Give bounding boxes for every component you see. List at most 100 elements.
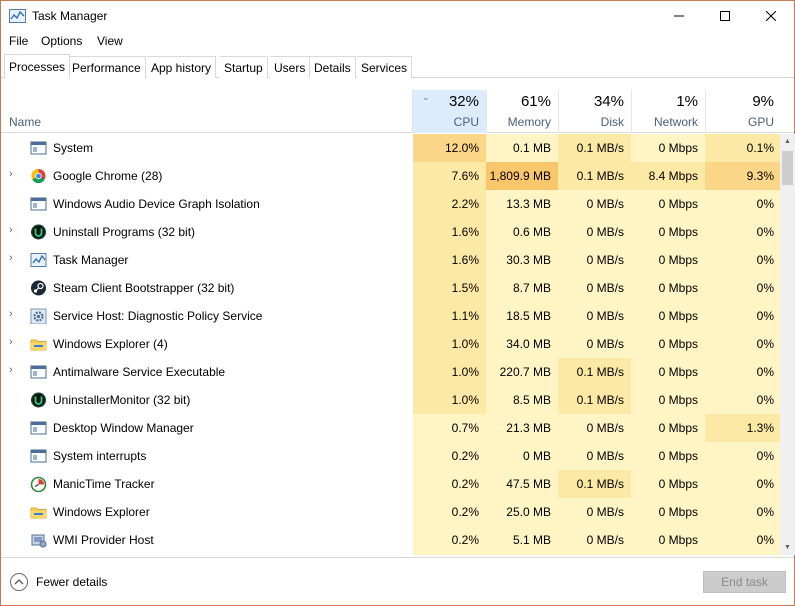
disk-value: 0 MB/s <box>558 218 631 246</box>
expand-chevron-icon[interactable]: › <box>9 308 13 320</box>
column-gpu[interactable]: 9% GPU <box>705 90 781 133</box>
memory-value: 0 MB <box>486 442 558 470</box>
cpu-value: 7.6% <box>413 162 486 190</box>
memory-value: 1,809.9 MB <box>486 162 558 190</box>
disk-value: 0 MB/s <box>558 330 631 358</box>
column-name[interactable]: Name <box>9 115 41 129</box>
gpu-value: 0% <box>705 470 781 498</box>
disk-total: 34% <box>593 93 624 110</box>
minimize-button[interactable] <box>656 1 702 31</box>
table-row[interactable]: › Uninstall Programs (32 bit) 1.6% 0.6 MB 0 … <box>1 218 781 246</box>
memory-value: 21.3 MB <box>486 414 558 442</box>
memory-value: 5.1 MB <box>486 526 558 554</box>
table-row[interactable]: Windows Explorer 0.2% 25.0 MB 0 MB/s 0 Mbps 0… <box>1 498 781 526</box>
disk-value: 0 MB/s <box>558 526 631 554</box>
cpu-value: 0.2% <box>413 442 486 470</box>
expand-chevron-icon[interactable]: › <box>9 364 13 376</box>
gpu-value: 9.3% <box>705 162 781 190</box>
tab-processes[interactable]: Processes <box>4 54 71 79</box>
cpu-value: 0.2% <box>413 470 486 498</box>
folder-icon <box>30 339 47 351</box>
process-name: Service Host: Diagnostic Policy Service <box>53 309 263 323</box>
network-value: 0 Mbps <box>631 134 705 162</box>
memory-value: 18.5 MB <box>486 302 558 330</box>
empty-cell <box>413 554 486 555</box>
process-name: System interrupts <box>53 449 147 463</box>
title-bar[interactable]: Task Manager <box>1 1 794 31</box>
scroll-down-icon[interactable]: ▼ <box>780 540 795 555</box>
disk-value: 0 MB/s <box>558 414 631 442</box>
end-task-button[interactable]: End task <box>703 571 786 593</box>
table-row[interactable]: ManicTime Tracker 0.2% 47.5 MB 0.1 MB/s 0 Mb… <box>1 470 781 498</box>
gpu-value: 0.1% <box>705 134 781 162</box>
expand-chevron-icon[interactable]: › <box>9 336 13 348</box>
column-memory[interactable]: 61% Memory <box>486 90 558 133</box>
table-row[interactable]: › Service Host: Diagnostic Policy Service… <box>1 302 781 330</box>
expand-chevron-icon[interactable]: › <box>9 168 13 180</box>
tab-startup[interactable]: Startup <box>220 56 268 78</box>
maximize-icon <box>720 11 730 21</box>
table-row[interactable]: › Task Manager 1.6% 30.3 MB 0 MB/s 0 Mbps 0% <box>1 246 781 274</box>
menu-view[interactable]: View <box>97 34 123 48</box>
scroll-up-icon[interactable]: ▲ <box>780 134 795 149</box>
fewer-details-icon[interactable] <box>10 573 28 591</box>
process-name: Windows Explorer <box>53 505 150 519</box>
tab-details[interactable]: Details <box>310 56 356 78</box>
scrollbar-thumb[interactable] <box>782 151 793 185</box>
table-row[interactable]: UninstallerMonitor (32 bit) 1.0% 8.5 MB 0.1… <box>1 386 781 414</box>
table-row[interactable]: Steam Client Bootstrapper (32 bit) 1.5% 8.… <box>1 274 781 302</box>
fewer-details-link[interactable]: Fewer details <box>36 575 107 589</box>
menu-file[interactable]: File <box>9 34 28 48</box>
disk-label: Disk <box>600 115 624 129</box>
gpu-value: 0% <box>705 330 781 358</box>
network-value: 8.4 Mbps <box>631 162 705 190</box>
expand-chevron-icon[interactable]: › <box>9 224 13 236</box>
system-window-icon <box>30 421 47 435</box>
table-row[interactable]: System 12.0% 0.1 MB 0.1 MB/s 0 Mbps 0.1% <box>1 134 781 162</box>
table-row[interactable]: › Antimalware Service Executable 1.0% 220.7… <box>1 358 781 386</box>
system-window-icon <box>30 197 47 211</box>
disk-value: 0 MB/s <box>558 246 631 274</box>
empty-cell <box>486 554 558 555</box>
tab-strip: Processes Performance App history Startu… <box>1 54 794 79</box>
disk-value: 0.1 MB/s <box>558 358 631 386</box>
table-row[interactable]: System interrupts 0.2% 0 MB 0 MB/s 0 Mbps 0% <box>1 442 781 470</box>
task-manager-icon <box>30 253 47 267</box>
network-value: 0 Mbps <box>631 190 705 218</box>
table-row[interactable]: › Windows Explorer (4) 1.0% 34.0 MB 0 MB/s 0 … <box>1 330 781 358</box>
column-disk[interactable]: 34% Disk <box>558 90 631 133</box>
table-row[interactable]: WMI Provider Host 0.2% 5.1 MB 0 MB/s 0 Mbps 0… <box>1 526 781 554</box>
disk-value: 0.1 MB/s <box>558 470 631 498</box>
tab-users[interactable]: Users <box>270 56 311 78</box>
chrome-icon <box>31 168 46 184</box>
column-network[interactable]: 1% Network <box>631 90 705 133</box>
vertical-scrollbar[interactable]: ▲ ▼ <box>780 134 795 555</box>
minimize-icon <box>674 15 684 17</box>
menu-bar: File Options View <box>1 32 794 52</box>
cpu-value: 1.0% <box>413 330 486 358</box>
memory-value: 8.7 MB <box>486 274 558 302</box>
disk-value: 0 MB/s <box>558 302 631 330</box>
close-button[interactable] <box>748 1 794 31</box>
gpu-value: 0% <box>705 218 781 246</box>
tab-app-history[interactable]: App history <box>147 56 217 78</box>
expand-chevron-icon[interactable]: › <box>9 252 13 264</box>
maximize-button[interactable] <box>702 1 748 31</box>
disk-value: 0 MB/s <box>558 498 631 526</box>
menu-options[interactable]: Options <box>41 34 82 48</box>
disk-value: 0.1 MB/s <box>558 162 631 190</box>
tab-services[interactable]: Services <box>357 56 413 78</box>
table-row[interactable]: Desktop Window Manager 0.7% 21.3 MB 0 MB/s 0… <box>1 414 781 442</box>
table-row[interactable]: › Google Chrome (28) 7.6% 1,809.9 MB 0.1 MB/… <box>1 162 781 190</box>
table-row[interactable]: Windows Audio Device Graph Isolation 2.2%… <box>1 190 781 218</box>
tab-performance[interactable]: Performance <box>67 56 146 78</box>
column-cpu[interactable]: ⌄ 32% CPU <box>412 90 486 133</box>
process-name: WMI Provider Host <box>53 533 154 547</box>
wmi-host-icon <box>31 534 47 548</box>
cpu-value: 0.2% <box>413 498 486 526</box>
folder-icon <box>30 507 47 519</box>
memory-value: 0.6 MB <box>486 218 558 246</box>
memory-value: 13.3 MB <box>486 190 558 218</box>
network-value: 0 Mbps <box>631 302 705 330</box>
close-icon <box>766 11 776 21</box>
